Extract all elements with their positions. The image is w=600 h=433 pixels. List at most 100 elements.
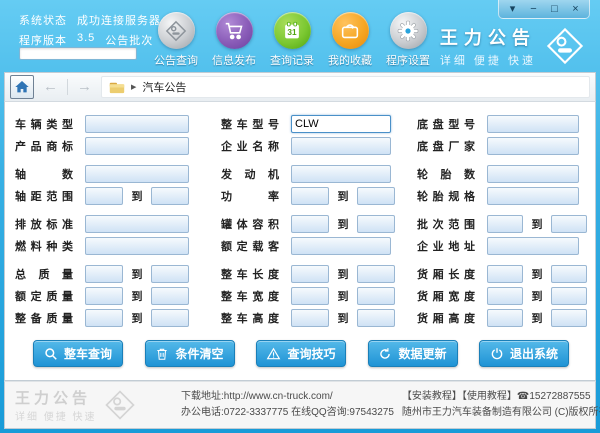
vehicle-length-field: 整车长度 到: [221, 265, 417, 283]
exit-system-button[interactable]: 退出系统: [479, 340, 569, 367]
settings-gear-icon: [389, 12, 427, 49]
close-icon[interactable]: ×: [566, 2, 585, 17]
fuel-type-input[interactable]: [85, 237, 189, 255]
emission-standard-input[interactable]: [85, 215, 189, 233]
vehicle-length-input[interactable]: [291, 265, 329, 283]
tank-volume-input[interactable]: [357, 215, 395, 233]
axle-count-field: 轴数: [15, 165, 221, 183]
field-label: 额定载客: [221, 241, 279, 253]
vehicle-type-input[interactable]: [85, 115, 189, 133]
brand-tagline: 详细 便捷 快速: [439, 55, 536, 67]
cargo-height-input[interactable]: [487, 309, 523, 327]
cargo-length-input[interactable]: [487, 265, 523, 283]
wheelbase-range-input[interactable]: [151, 187, 189, 205]
curb-mass-input[interactable]: [85, 309, 123, 327]
tire-spec-input[interactable]: [487, 187, 579, 205]
field-label: 整车宽度: [221, 291, 279, 303]
field-label: 批次范围: [417, 219, 475, 231]
breadcrumb-tab[interactable]: ▶ 汽车公告: [101, 76, 590, 98]
vehicle-width-input[interactable]: [357, 287, 395, 305]
button-label: 条件清空: [175, 347, 224, 361]
curb-mass-input[interactable]: [151, 309, 189, 327]
toolbar-item-favorites[interactable]: 我的收藏: [321, 12, 379, 68]
home-button[interactable]: [10, 75, 34, 99]
form-row: 排放标准 罐体容积 到 批次范围 到: [15, 214, 595, 234]
company-name-input[interactable]: [291, 137, 391, 155]
search-icon: [45, 347, 57, 360]
tutorial-links[interactable]: 【安装教程】【使用教程】☎15272887555: [402, 389, 600, 405]
field-label: 轮胎规格: [417, 191, 475, 203]
field-label: 底盘厂家: [417, 141, 475, 153]
warning-icon: [267, 347, 281, 359]
range-to-label: 到: [337, 269, 349, 281]
power-input[interactable]: [357, 187, 395, 205]
tire-count-input[interactable]: [487, 165, 579, 183]
vehicle-search-button[interactable]: 整车查询: [33, 340, 123, 367]
vehicle-width-input[interactable]: [291, 287, 329, 305]
maximize-icon[interactable]: □: [545, 2, 564, 17]
company-address-input[interactable]: [487, 237, 579, 255]
vehicle-model-input[interactable]: [291, 115, 391, 133]
batch-range-field: 批次范围 到: [417, 215, 595, 233]
toolbar-item-query-history[interactable]: 31 查询记录: [263, 12, 321, 68]
rated-mass-input[interactable]: [151, 287, 189, 305]
total-mass-input[interactable]: [85, 265, 123, 283]
cargo-length-input[interactable]: [551, 265, 587, 283]
button-label: 数据更新: [398, 347, 447, 361]
batch-range-input[interactable]: [487, 215, 523, 233]
progress-bar: [19, 47, 137, 60]
office-phone: 办公电话:0722-3337775 在线QQ咨询:97543275: [181, 407, 394, 418]
field-label: 发动机: [221, 169, 279, 181]
cargo-width-input[interactable]: [487, 287, 523, 305]
range-to-label: 到: [337, 191, 349, 203]
field-label: 产品商标: [15, 141, 73, 153]
field-label: 车辆类型: [15, 119, 73, 131]
total-mass-input[interactable]: [151, 265, 189, 283]
footer-contact-block: 下载地址:http://www.cn-truck.com/ 办公电话:0722-…: [181, 389, 394, 421]
footer-brand: 王力公告 详细 便捷 快速: [15, 387, 173, 423]
form-row: 车辆类型 整车型号 底盘型号: [15, 114, 595, 134]
emission-standard-field: 排放标准: [15, 215, 221, 233]
cargo-width-input[interactable]: [551, 287, 587, 305]
power-input[interactable]: [291, 187, 329, 205]
cargo-height-field: 货厢高度 到: [417, 309, 595, 327]
forward-arrow-icon[interactable]: →: [72, 76, 97, 98]
data-update-button[interactable]: 数据更新: [367, 340, 458, 367]
form-row: 额定质量 到 整车宽度 到 货厢宽度 到: [15, 286, 595, 306]
field-label: 燃料种类: [15, 241, 73, 253]
rated-passengers-input[interactable]: [291, 237, 391, 255]
vehicle-height-input[interactable]: [291, 309, 329, 327]
vehicle-length-input[interactable]: [357, 265, 395, 283]
toolbar-label: 我的收藏: [328, 55, 372, 67]
header: 系统状态 成功连接服务器 程序版本 3.5 公告批次 0 公告查询: [4, 0, 596, 72]
axle-count-input[interactable]: [85, 165, 189, 183]
engine-input[interactable]: [291, 165, 391, 183]
brand-block: 王力公告 详细 便捷 快速: [440, 24, 586, 68]
vehicle-height-input[interactable]: [357, 309, 395, 327]
back-arrow-icon[interactable]: ←: [38, 76, 63, 98]
form-row: 产品商标 企业名称 底盘厂家: [15, 136, 595, 156]
form-group: 排放标准 罐体容积 到 批次范围 到燃料种类 额定载客 企业地址: [15, 214, 595, 256]
batch-range-input[interactable]: [551, 215, 587, 233]
button-label: 整车查询: [63, 347, 112, 361]
range-to-label: 到: [531, 291, 543, 303]
tire-spec-field: 轮胎规格: [417, 187, 595, 205]
minimize-icon[interactable]: −: [524, 2, 543, 17]
toolbar-item-publish[interactable]: 信息发布: [205, 12, 263, 68]
rated-mass-input[interactable]: [85, 287, 123, 305]
cargo-height-input[interactable]: [551, 309, 587, 327]
toolbar-item-settings[interactable]: 程序设置: [379, 12, 437, 68]
clear-conditions-button[interactable]: 条件清空: [144, 340, 235, 367]
toolbar-label: 查询记录: [270, 55, 314, 67]
wheelbase-range-input[interactable]: [85, 187, 123, 205]
svg-text:31: 31: [287, 28, 297, 37]
chassis-manufacturer-input[interactable]: [487, 137, 579, 155]
search-tips-button[interactable]: 查询技巧: [256, 340, 346, 367]
product-brand-input[interactable]: [85, 137, 189, 155]
chassis-model-input[interactable]: [487, 115, 579, 133]
chassis-model-field: 底盘型号: [417, 115, 595, 133]
footer-brand-logo-icon: [104, 390, 135, 420]
tank-volume-input[interactable]: [291, 215, 329, 233]
rollup-icon[interactable]: ▾: [503, 2, 522, 17]
toolbar-item-announcement-query[interactable]: 公告查询: [147, 12, 205, 68]
